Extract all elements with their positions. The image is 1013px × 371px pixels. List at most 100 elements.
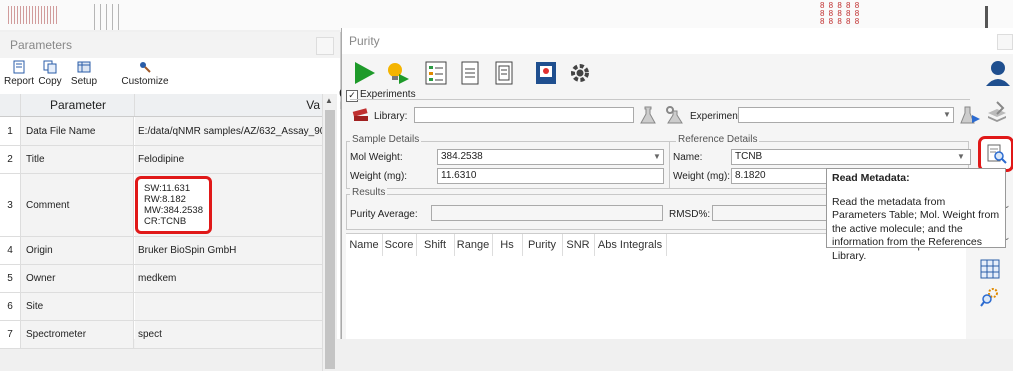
parameter-value: SW:11.631 RW:8.182 MW:384.2538 CR:TCNB — [135, 174, 322, 236]
row-number: 5 — [0, 265, 21, 292]
report-label: Report — [4, 76, 35, 87]
scrollbar-thumb[interactable] — [325, 110, 335, 369]
tooltip-title: Read Metadata: — [832, 172, 910, 184]
experiment-gear-flask-icon[interactable] — [664, 105, 686, 125]
column-header-range[interactable]: Range — [454, 234, 493, 256]
parameter-value: Felodipine — [135, 146, 322, 173]
column-header-purity[interactable]: Purity — [522, 234, 563, 256]
report-button[interactable]: Report — [4, 60, 34, 94]
row-number: 3 — [0, 174, 21, 236]
experiment-select[interactable] — [738, 107, 954, 123]
background-window-strip — [0, 0, 1013, 30]
gear-magnifier-icon[interactable] — [979, 286, 1001, 308]
purity-average-label: Purity Average: — [350, 209, 418, 220]
comment-line: SW:11.631 — [144, 183, 191, 194]
purity-close-button[interactable] — [997, 34, 1013, 50]
experiments-divider — [350, 99, 970, 100]
reference-name-dropdown-chevron-icon[interactable]: ▼ — [957, 152, 965, 161]
parameters-title: Parameters — [0, 32, 340, 58]
reference-weight-label: Weight (mg): — [673, 171, 731, 182]
comment-line: CR:TCNB — [144, 216, 187, 227]
experiment-dropdown-chevron-icon[interactable]: ▼ — [943, 110, 951, 119]
parameters-table-header: Parameter Va — [0, 94, 322, 117]
library-input[interactable] — [414, 107, 634, 123]
sample-weight-label: Weight (mg): — [350, 171, 408, 182]
table-row[interactable]: 1 Data File Name E:/data/qNMR samples/AZ… — [0, 117, 322, 146]
library-label: Library: — [374, 111, 408, 122]
collapse-arrows-icon[interactable] — [995, 100, 1007, 122]
parameter-value: E:/data/qNMR samples/AZ/632_Assay_90s — [135, 117, 322, 145]
table-row[interactable]: 6 Site — [0, 293, 322, 321]
table-row[interactable]: 5 Owner medkem — [0, 265, 322, 293]
parameters-panel: Parameters Report Copy Setup Customize P… — [0, 32, 341, 371]
parameter-name: Origin — [21, 237, 134, 264]
purity-average-output — [431, 205, 663, 221]
column-header-name[interactable]: Name — [346, 234, 383, 256]
column-header-score[interactable]: Score — [382, 234, 417, 256]
tooltip-body: Read the metadata from Parameters Table;… — [832, 195, 1000, 262]
checklist-icon[interactable] — [423, 60, 449, 86]
reference-name-label: Name: — [673, 152, 703, 163]
rmsd-label: RMSD%: — [669, 209, 711, 220]
customize-label: Customize — [121, 76, 169, 87]
parameter-value — [135, 293, 322, 320]
parameter-name: Site — [21, 293, 134, 320]
document-icon[interactable] — [457, 60, 483, 86]
results-title: Results — [350, 187, 388, 198]
report-icon — [13, 60, 25, 74]
comment-line: MW:384.2538 — [144, 205, 203, 216]
table-row[interactable]: 7 Spectrometer spect — [0, 321, 322, 349]
background-bars — [94, 4, 124, 30]
background-red-labels: 8 8 8 8 8 8 8 8 8 8 8 8 8 8 8 — [820, 1, 861, 26]
parameter-value: Bruker BioSpin GmbH — [135, 237, 322, 264]
parameters-close-button[interactable] — [316, 37, 334, 55]
column-header-parameter[interactable]: Parameter — [20, 94, 135, 116]
column-header-shift[interactable]: Shift — [416, 234, 455, 256]
customize-icon — [140, 62, 151, 73]
comment-highlight: SW:11.631 RW:8.182 MW:384.2538 CR:TCNB — [135, 176, 212, 234]
reference-name-select[interactable]: TCNB — [731, 149, 971, 165]
column-header-value[interactable]: Va — [134, 94, 322, 116]
parameter-name: Spectrometer — [21, 321, 134, 348]
library-books-icon — [352, 108, 368, 121]
sample-weight-input[interactable]: 11.6310 — [437, 168, 664, 184]
report-list-icon[interactable] — [491, 60, 517, 86]
background-spectrum-thumbnail — [8, 6, 58, 24]
table-row[interactable]: 2 Title Felodipine — [0, 146, 322, 174]
mol-weight-select[interactable]: 384.2538 — [437, 149, 664, 165]
parameter-name: Title — [21, 146, 134, 173]
column-header-hs[interactable]: Hs — [492, 234, 523, 256]
copy-button[interactable]: Copy — [36, 60, 64, 94]
reference-details-title: Reference Details — [676, 134, 760, 145]
parameter-name: Data File Name — [21, 117, 134, 145]
column-header-abs-integrals[interactable]: Abs Integrals — [594, 234, 667, 256]
lightbulb-run-icon[interactable] — [384, 60, 410, 86]
gear-settings-icon[interactable] — [567, 60, 593, 86]
experiments-checkbox[interactable]: ✓ — [346, 90, 358, 102]
purity-title: Purity — [342, 28, 1013, 54]
run-play-icon[interactable] — [351, 60, 377, 86]
results-table-body — [346, 256, 966, 339]
table-row[interactable]: 4 Origin Bruker BioSpin GmbH — [0, 237, 322, 265]
read-metadata-button[interactable] — [978, 136, 1013, 172]
row-number: 4 — [0, 237, 21, 264]
row-number: 7 — [0, 321, 21, 348]
row-number: 6 — [0, 293, 21, 320]
column-header-snr[interactable]: SNR — [562, 234, 595, 256]
parameters-scrollbar[interactable]: ▲ — [322, 94, 337, 371]
comment-line: RW:8.182 — [144, 194, 186, 205]
scroll-up-arrow-icon[interactable]: ▲ — [325, 96, 333, 105]
book-report-icon[interactable] — [533, 60, 559, 86]
table-row[interactable]: 3 Comment SW:11.631 RW:8.182 MW:384.2538… — [0, 174, 322, 237]
copy-icon — [43, 60, 57, 74]
background-vertical-bar — [985, 6, 988, 30]
table-setup-icon — [77, 61, 91, 73]
copy-label: Copy — [38, 76, 62, 87]
customize-button[interactable]: Customize — [118, 60, 172, 94]
setup-button[interactable]: Setup — [68, 60, 100, 94]
mol-weight-dropdown-chevron-icon[interactable]: ▼ — [653, 152, 661, 161]
parameter-name: Comment — [21, 174, 134, 236]
flask-icon[interactable] — [638, 105, 658, 125]
setup-label: Setup — [70, 76, 98, 87]
sample-details-title: Sample Details — [350, 134, 422, 145]
